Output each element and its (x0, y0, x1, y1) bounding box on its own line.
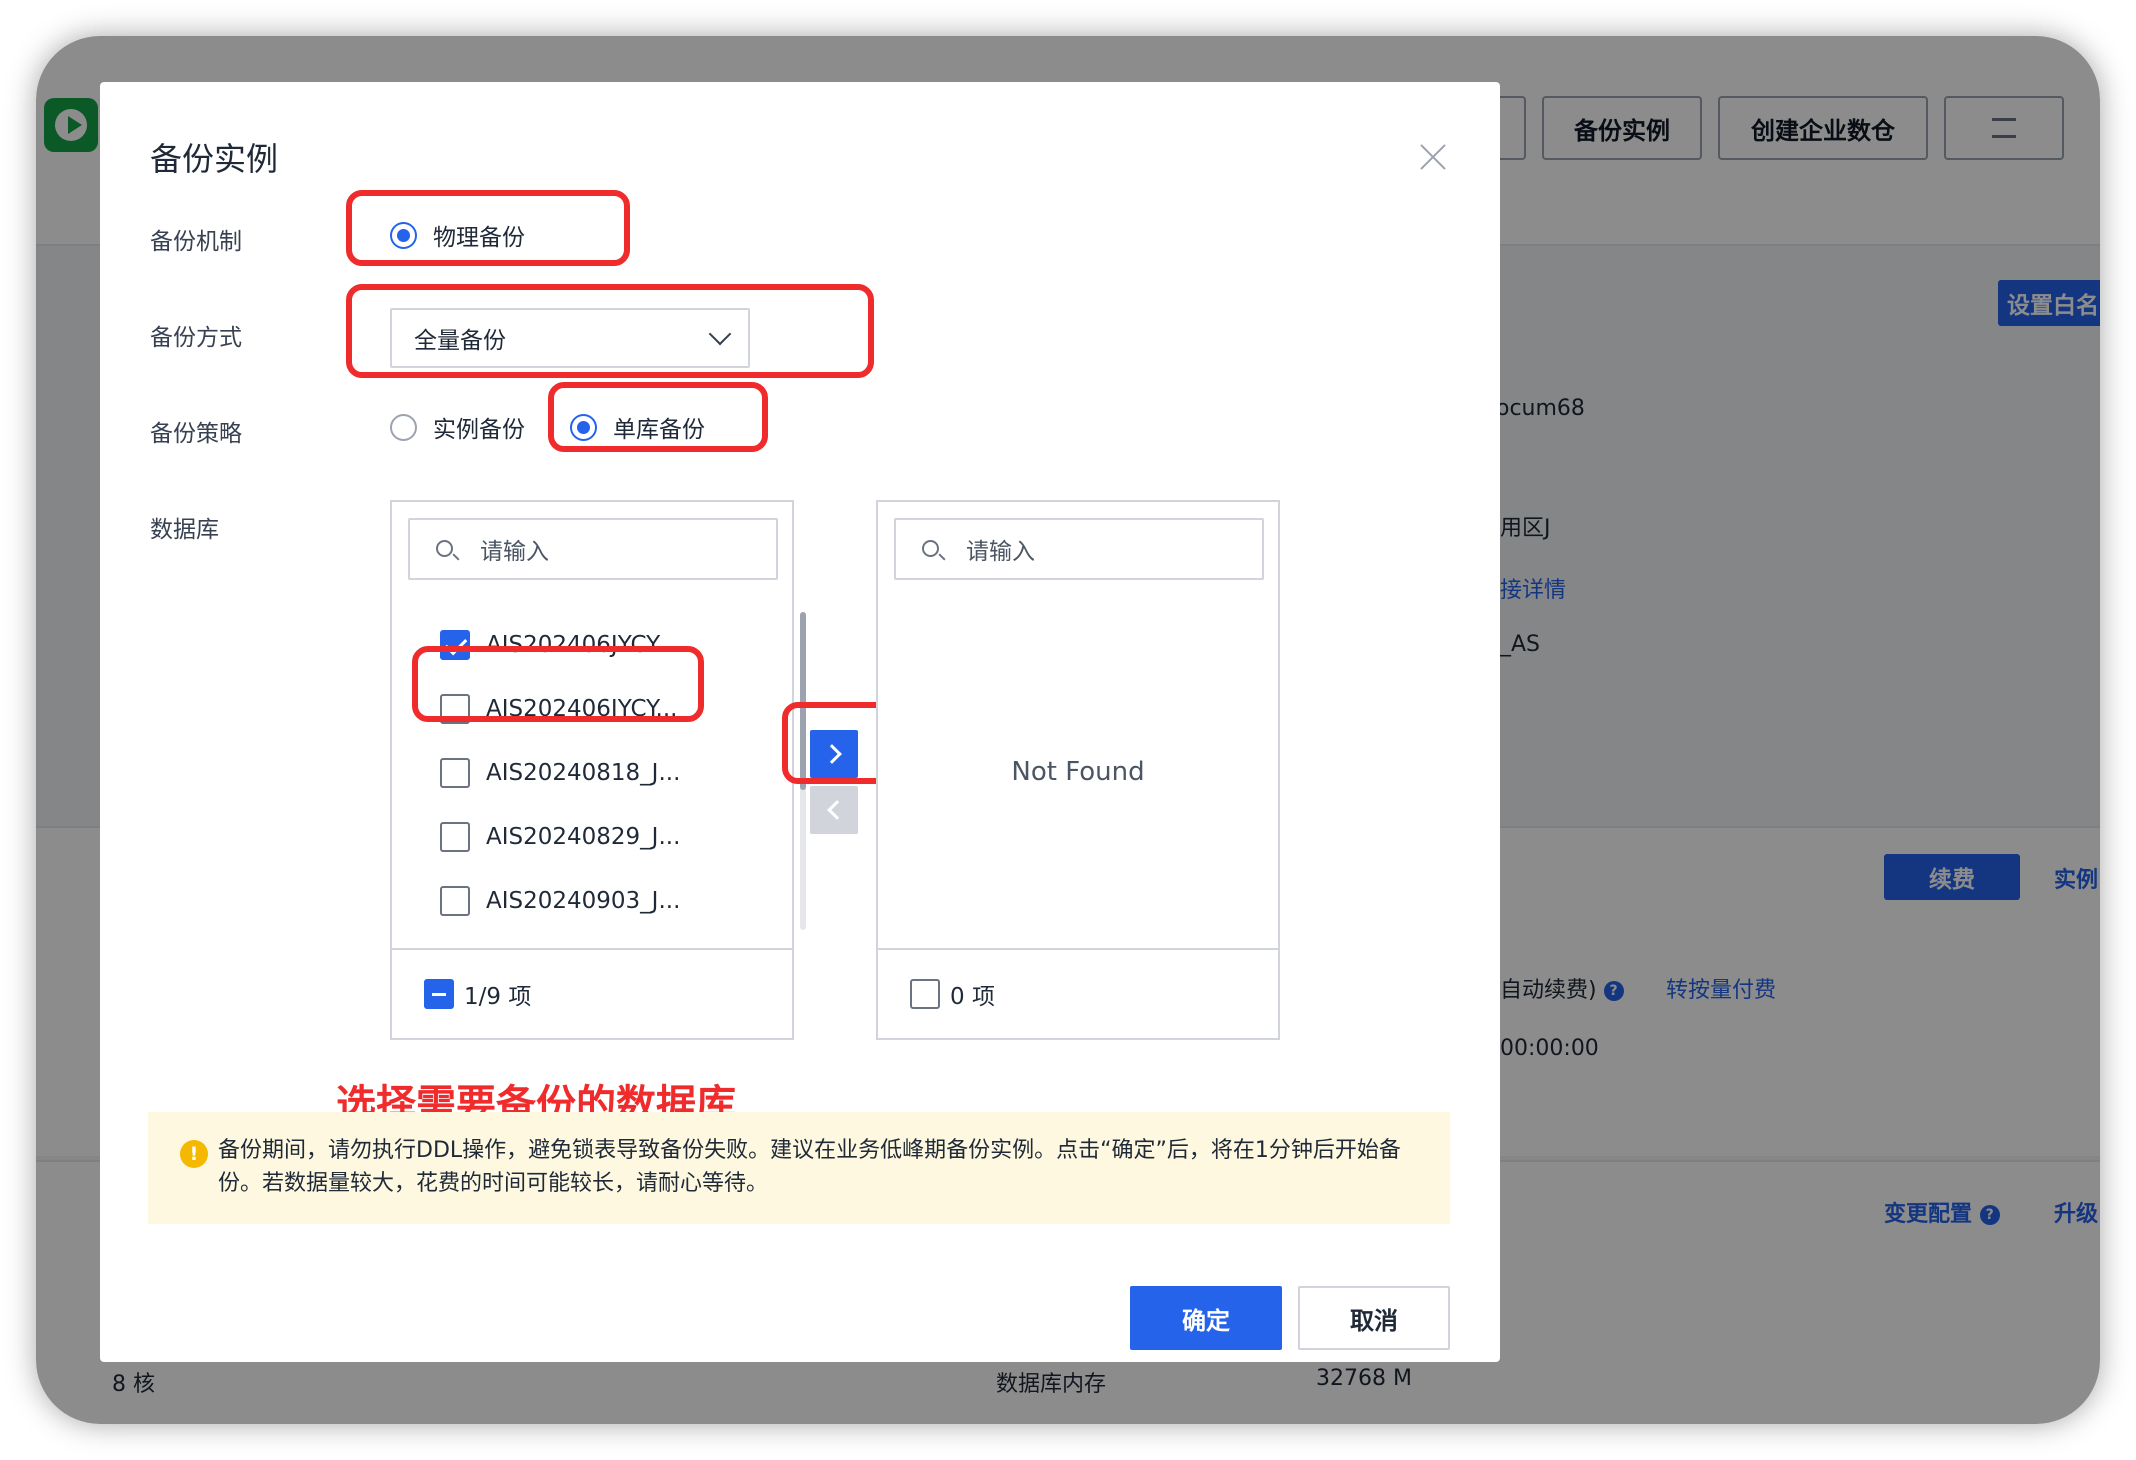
list-item[interactable]: AIS202406JYCY (440, 630, 660, 660)
radio-label: 物理备份 (433, 225, 525, 251)
search-placeholder: 请输入 (966, 539, 1035, 565)
search-icon (922, 540, 939, 557)
transfer-target-panel: 请输入 Not Found 0 项 (876, 500, 1280, 1040)
checkbox[interactable] (440, 758, 470, 788)
item-label: AIS202406JYCY (486, 632, 661, 658)
radio-label: 单库备份 (613, 417, 705, 443)
search-icon (436, 540, 453, 557)
cancel-button[interactable]: 取消 (1298, 1286, 1450, 1350)
chevron-down-icon (708, 322, 732, 346)
list-item[interactable]: AIS20240903_J... (440, 886, 680, 916)
radio-dot[interactable] (570, 413, 597, 441)
item-label: AIS20240818_J... (486, 760, 681, 786)
backup-method-select[interactable]: 全量备份 (390, 308, 750, 368)
search-placeholder: 请输入 (480, 539, 549, 565)
list-item[interactable]: AIS202406JYCY... (440, 694, 677, 724)
scrollbar-thumb[interactable] (800, 612, 806, 790)
chevron-right-icon (821, 744, 842, 764)
dialog-title: 备份实例 (150, 140, 279, 178)
radio-physical-backup[interactable]: 物理备份 (390, 218, 525, 252)
select-value: 全量备份 (414, 328, 506, 354)
source-count: 1/9 项 (464, 984, 532, 1010)
empty-state-text: Not Found (1011, 757, 1145, 787)
warning-alert: ! 备份期间，请勿执行DDL操作，避免锁表导致备份失败。建议在业务低峰期备份实例… (148, 1112, 1450, 1224)
item-label: AIS20240903_J... (486, 888, 681, 914)
checkbox[interactable] (440, 694, 470, 724)
select-all-checkbox[interactable] (910, 979, 940, 1009)
source-footer: 1/9 项 (392, 948, 792, 1038)
target-search-input[interactable]: 请输入 (894, 518, 1264, 580)
radio-dot[interactable] (390, 413, 417, 441)
checkbox[interactable] (440, 886, 470, 916)
item-label: AIS20240829_J... (486, 824, 681, 850)
list-item[interactable]: AIS20240818_J... (440, 758, 680, 788)
alert-text: 备份期间，请勿执行DDL操作，避免锁表导致备份失败。建议在业务低峰期备份实例。点… (218, 1138, 1401, 1196)
method-label: 备份方式 (150, 325, 242, 351)
chevron-left-icon (826, 800, 847, 820)
transfer-left-button[interactable] (810, 786, 858, 834)
strategy-label: 备份策略 (150, 421, 242, 447)
transfer-right-button[interactable] (810, 730, 858, 778)
warning-icon: ! (180, 1140, 208, 1168)
item-label: AIS202406JYCY... (486, 696, 678, 722)
target-count: 0 项 (950, 984, 995, 1010)
radio-dot[interactable] (390, 221, 417, 249)
select-all-checkbox[interactable] (424, 979, 454, 1009)
target-footer: 0 项 (878, 948, 1278, 1038)
radio-label: 实例备份 (433, 417, 525, 443)
transfer-source-panel: 请输入 AIS202406JYCY AIS202406JYCY... AIS20… (390, 500, 806, 1040)
list-item[interactable]: AIS20240829_J... (440, 822, 680, 852)
radio-single-db-backup[interactable]: 单库备份 (570, 410, 705, 444)
radio-instance-backup[interactable]: 实例备份 (390, 410, 525, 444)
confirm-button[interactable]: 确定 (1130, 1286, 1282, 1350)
close-icon[interactable] (1418, 142, 1448, 172)
database-label: 数据库 (150, 517, 219, 543)
backup-instance-dialog: 备份实例 备份机制 物理备份 备份方式 全量备份 备份策略 实例备份 单库备份 … (100, 82, 1500, 1362)
checkbox[interactable] (440, 630, 470, 660)
screenshot-frame: 例 备份实例 创建企业数仓 设置白名 ocum68 用区J 接详情 _AS 续费… (36, 36, 2100, 1424)
checkbox[interactable] (440, 822, 470, 852)
mechanism-label: 备份机制 (150, 229, 242, 255)
source-search-input[interactable]: 请输入 (408, 518, 778, 580)
